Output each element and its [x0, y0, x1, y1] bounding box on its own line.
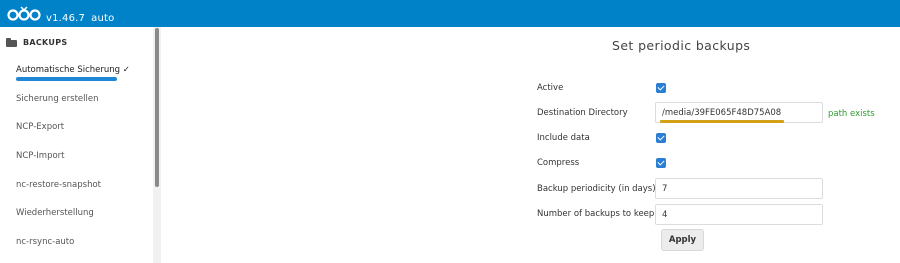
path-status: path exists [828, 109, 875, 119]
sidebar-item-automatische-sicherung[interactable]: Automatische Sicherung ✓ [16, 65, 130, 75]
backups-to-keep-input[interactable]: 4 [655, 204, 823, 225]
path-highlight [660, 120, 784, 123]
sidebar-item-nc-rsync-auto[interactable]: nc-rsync-auto [16, 237, 74, 247]
sidebar-item-wiederherstellung[interactable]: Wiederherstellung [16, 208, 94, 218]
version-number: v1.46.7 [46, 13, 86, 24]
active-label: Active [537, 83, 564, 93]
version-info: v1.46.7 auto [46, 13, 114, 24]
include-data-checkbox[interactable] [656, 133, 666, 143]
version-mode: auto [91, 13, 115, 24]
sidebar-item-nc-restore-snapshot[interactable]: nc-restore-snapshot [16, 180, 101, 190]
compress-label: Compress [537, 158, 580, 168]
sidebar-item-sicherung-erstellen[interactable]: Sicherung erstellen [16, 94, 98, 104]
active-checkbox[interactable] [656, 83, 666, 93]
apply-button[interactable]: Apply [661, 229, 704, 251]
nextcloudpi-logo-icon[interactable] [7, 4, 41, 22]
backups-to-keep-label: Number of backups to keep [537, 209, 655, 219]
sidebar [0, 27, 161, 263]
backup-periodicity-input[interactable]: 7 [655, 178, 823, 199]
compress-checkbox[interactable] [656, 158, 666, 168]
destination-directory-label: Destination Directory [537, 108, 628, 118]
active-item-underline [16, 77, 117, 81]
sidebar-item-ncp-import[interactable]: NCP-Import [16, 151, 65, 161]
include-data-label: Include data [537, 133, 590, 143]
backup-periodicity-label: Backup periodicity (in days) [537, 184, 656, 194]
page-title: Set periodic backups [612, 38, 751, 53]
top-bar: v1.46.7 auto [0, 0, 900, 27]
sidebar-item-ncp-export[interactable]: NCP-Export [16, 122, 64, 132]
